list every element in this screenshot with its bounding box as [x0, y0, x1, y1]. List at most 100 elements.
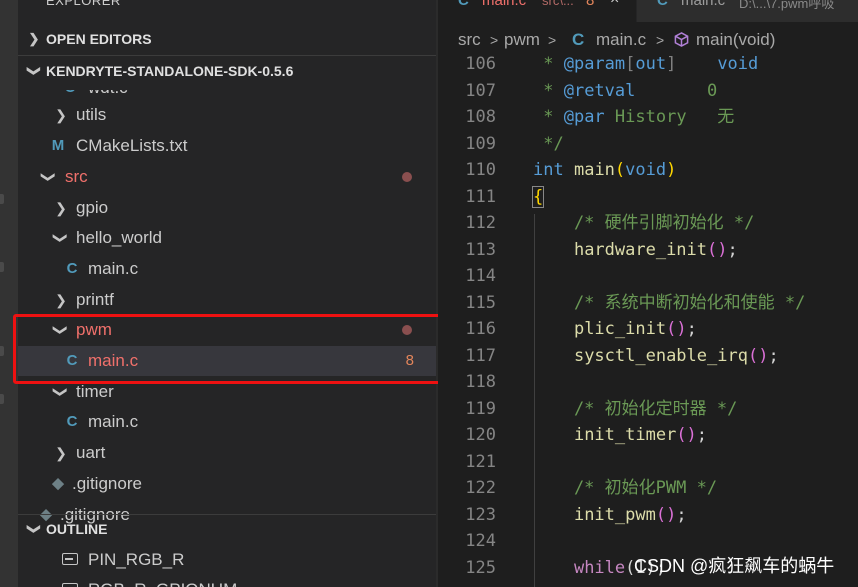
tree-item[interactable]: Cmain.c: [18, 254, 436, 284]
code-token: ;: [768, 345, 779, 366]
tree-item[interactable]: ❯ utils: [18, 100, 436, 130]
activity-bar-marker: [0, 194, 4, 204]
line-number: 112: [465, 213, 496, 233]
code-line[interactable]: 106 * @param[out] void: [438, 51, 858, 77]
code-token: sysctl_enable_irq: [573, 345, 748, 366]
code-text: * @param[out] void: [533, 51, 758, 77]
code-line[interactable]: 121: [438, 449, 858, 475]
tree-item[interactable]: ❯ hello_world: [18, 223, 436, 253]
project-header[interactable]: ❯ KENDRYTE-STANDALONE-SDK-0.5.6: [18, 57, 436, 85]
breadcrumb-separator-icon: >: [656, 32, 665, 48]
tree-item[interactable]: ◆ .gitignore: [18, 469, 436, 499]
outline-label: OUTLINE: [46, 521, 108, 537]
code-line[interactable]: 124: [438, 528, 858, 554]
watermark: CSDN @疯狂飙车的蜗牛: [634, 556, 835, 576]
line-number: 107: [465, 80, 496, 101]
code-token: init_pwm: [573, 504, 656, 525]
code-text: init_timer();: [533, 422, 707, 448]
tree-item-label: main.c: [88, 412, 139, 431]
tree-item-label: utils: [76, 105, 107, 124]
line-number: 119: [465, 398, 496, 419]
outline-item[interactable]: PIN_RGB_R: [18, 545, 436, 575]
code-line[interactable]: 111 {: [438, 184, 858, 210]
line-number: 106: [465, 54, 496, 74]
tab-title: main.c: [482, 0, 527, 9]
code-line[interactable]: 120 init_timer();: [438, 422, 858, 448]
code-line[interactable]: 114: [438, 263, 858, 289]
cmake-file-icon: M: [51, 137, 65, 154]
code-line[interactable]: 113 hardware_init();: [438, 237, 858, 263]
line-number: 117: [465, 345, 496, 366]
code-line[interactable]: 119 /* 初始化定时器 */: [438, 396, 858, 422]
code-line[interactable]: 123 init_pwm();: [438, 502, 858, 528]
tree-item[interactable]: ❯ gpio: [18, 193, 436, 223]
code-line[interactable]: 112 /* 硬件引脚初始化 */: [438, 210, 858, 236]
code-text: /* 初始化定时器 */: [533, 396, 737, 422]
code-line[interactable]: 116 plic_init();: [438, 316, 858, 342]
code-token: *: [533, 54, 564, 74]
activity-bar-marker: [0, 262, 4, 272]
tree-item-label: CMakeLists.txt: [76, 136, 188, 155]
tree-item[interactable]: ❯ src: [18, 162, 436, 192]
tree-item-label: src: [65, 167, 88, 186]
close-icon[interactable]: ×: [610, 0, 619, 9]
code-token: void: [717, 54, 759, 74]
code-line[interactable]: 118: [438, 369, 858, 395]
code-token: (): [666, 319, 687, 339]
code-line[interactable]: 108 * @par History 无: [438, 104, 858, 130]
code-token: (: [614, 160, 626, 180]
code-line[interactable]: 117 sysctl_enable_irq();: [438, 343, 858, 369]
code-editor[interactable]: C main.c src\... 8 × C main.c D:\...\7.p…: [438, 0, 858, 587]
breadcrumb-item[interactable]: main.c: [596, 26, 646, 54]
tab-main-c[interactable]: C main.c D:\...\7.pwm呼吸: [636, 0, 858, 22]
code-token: ;: [676, 504, 687, 525]
breadcrumb-item[interactable]: src: [458, 26, 481, 54]
chevron-down-icon: ❯: [53, 386, 69, 398]
code-token: *: [533, 107, 564, 127]
code-token: (): [655, 504, 677, 525]
c-file-icon: C: [572, 30, 585, 49]
tree-item[interactable]: Cmain.c: [18, 407, 436, 437]
code-token: plic_init: [573, 319, 667, 339]
annotation-highlight-box: [13, 314, 448, 384]
tab-main-c-active[interactable]: C main.c src\... 8 ×: [438, 0, 636, 22]
modified-dot-icon: [402, 172, 412, 182]
chevron-down-icon: ❯: [27, 523, 42, 535]
tree-item-label: main.c: [88, 259, 139, 278]
tree-item[interactable]: M CMakeLists.txt: [18, 131, 436, 161]
chevron-down-icon: ❯: [41, 171, 57, 183]
code-token: 0: [635, 80, 718, 101]
outline-item-label: PIN_RGB_R: [88, 550, 185, 569]
more-actions-icon[interactable]: ···: [400, 0, 414, 6]
line-number: 123: [465, 504, 496, 525]
code-line[interactable]: 122 /* 初始化PWM */: [438, 475, 858, 501]
code-text: */: [533, 131, 564, 157]
line-number: 125: [465, 557, 496, 578]
code-token: while: [573, 557, 626, 578]
code-line[interactable]: 109 */: [438, 131, 858, 157]
code-token: (): [707, 239, 728, 260]
tree-item[interactable]: ❯ uart: [18, 438, 436, 468]
open-editors-header[interactable]: ❯ OPEN EDITORS: [18, 25, 436, 53]
explorer-sidebar: EXPLORER ··· ❯ OPEN EDITORS ❯ KENDRYTE-S…: [18, 0, 436, 587]
code-line[interactable]: 107 * @retval 0: [438, 78, 858, 104]
code-token: */: [533, 133, 564, 154]
tab-description: D:\...\7.pwm呼吸: [739, 0, 835, 11]
code-text: plic_init();: [533, 316, 697, 342]
breadcrumb-item[interactable]: main(void): [696, 26, 775, 54]
tree-item[interactable]: ❯ printf: [18, 285, 436, 315]
code-line[interactable]: 115 /* 系统中断初始化和使能 */: [438, 290, 858, 316]
outline-header[interactable]: ❯ OUTLINE: [18, 515, 436, 543]
code-text: int main(void): [533, 157, 676, 183]
code-text: hardware_init();: [533, 237, 738, 263]
activity-bar-marker: [0, 394, 4, 404]
tree-item-label: gpio: [76, 198, 109, 217]
code-line[interactable]: 110 int main(void): [438, 157, 858, 183]
code-token: init_timer: [573, 425, 677, 445]
code-token: void: [625, 160, 667, 180]
breadcrumb-item[interactable]: pwm: [504, 26, 540, 54]
code-token: *: [533, 80, 564, 101]
outline-item[interactable]: RGB_R_GPIONUM: [18, 575, 436, 587]
